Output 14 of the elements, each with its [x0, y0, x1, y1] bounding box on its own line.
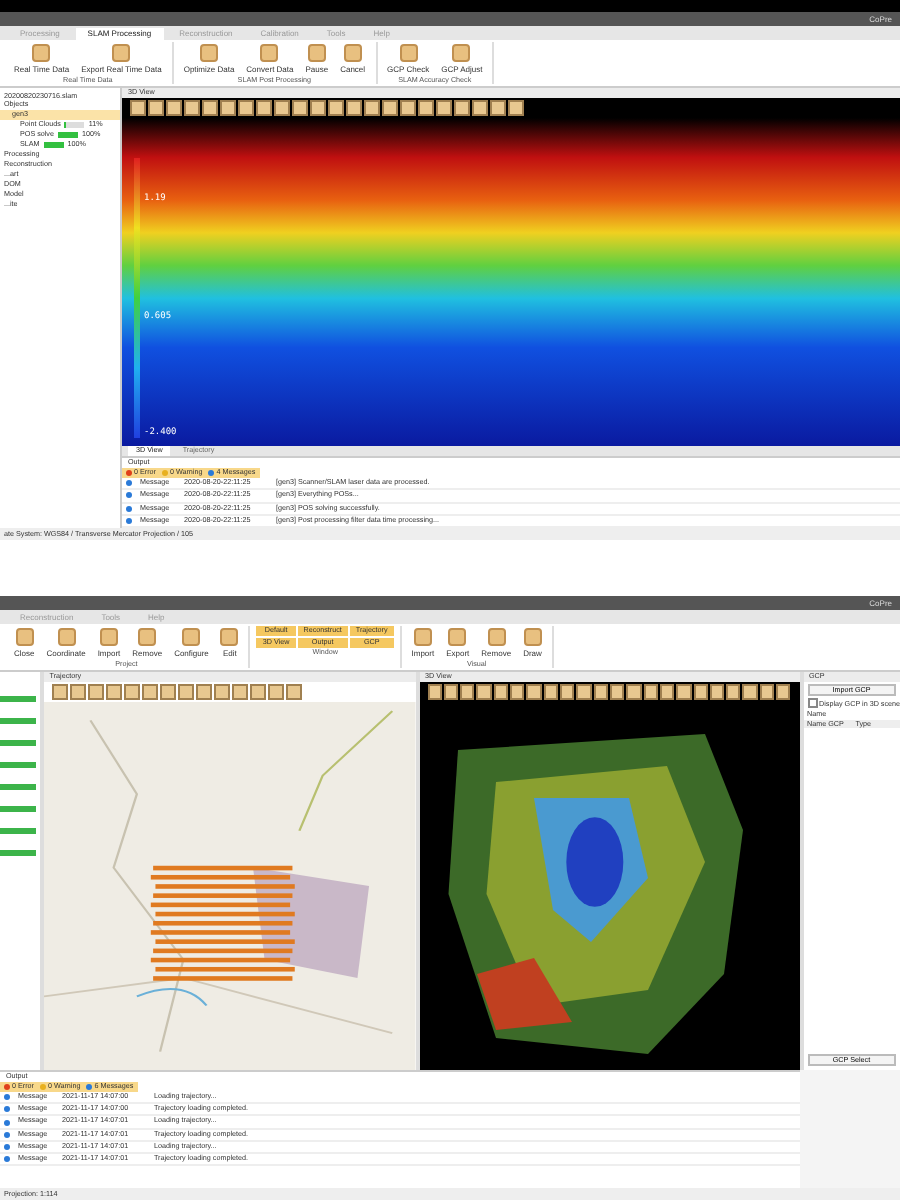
tool-icon: [32, 44, 51, 62]
checkbox[interactable]: [807, 698, 818, 708]
progress-bar: [64, 122, 85, 128]
tool-icon: [99, 628, 118, 646]
tool-icon: [399, 44, 418, 62]
tool-icon: [57, 628, 76, 646]
tool-icon: [112, 44, 131, 62]
tool-icon: [200, 44, 218, 62]
tool-icon: [260, 44, 279, 62]
tool-icon: [138, 628, 157, 646]
tool-icon: [15, 628, 34, 646]
progress-bar: [43, 142, 64, 148]
tool-icon: [452, 44, 471, 62]
progress-bar: [57, 132, 78, 138]
